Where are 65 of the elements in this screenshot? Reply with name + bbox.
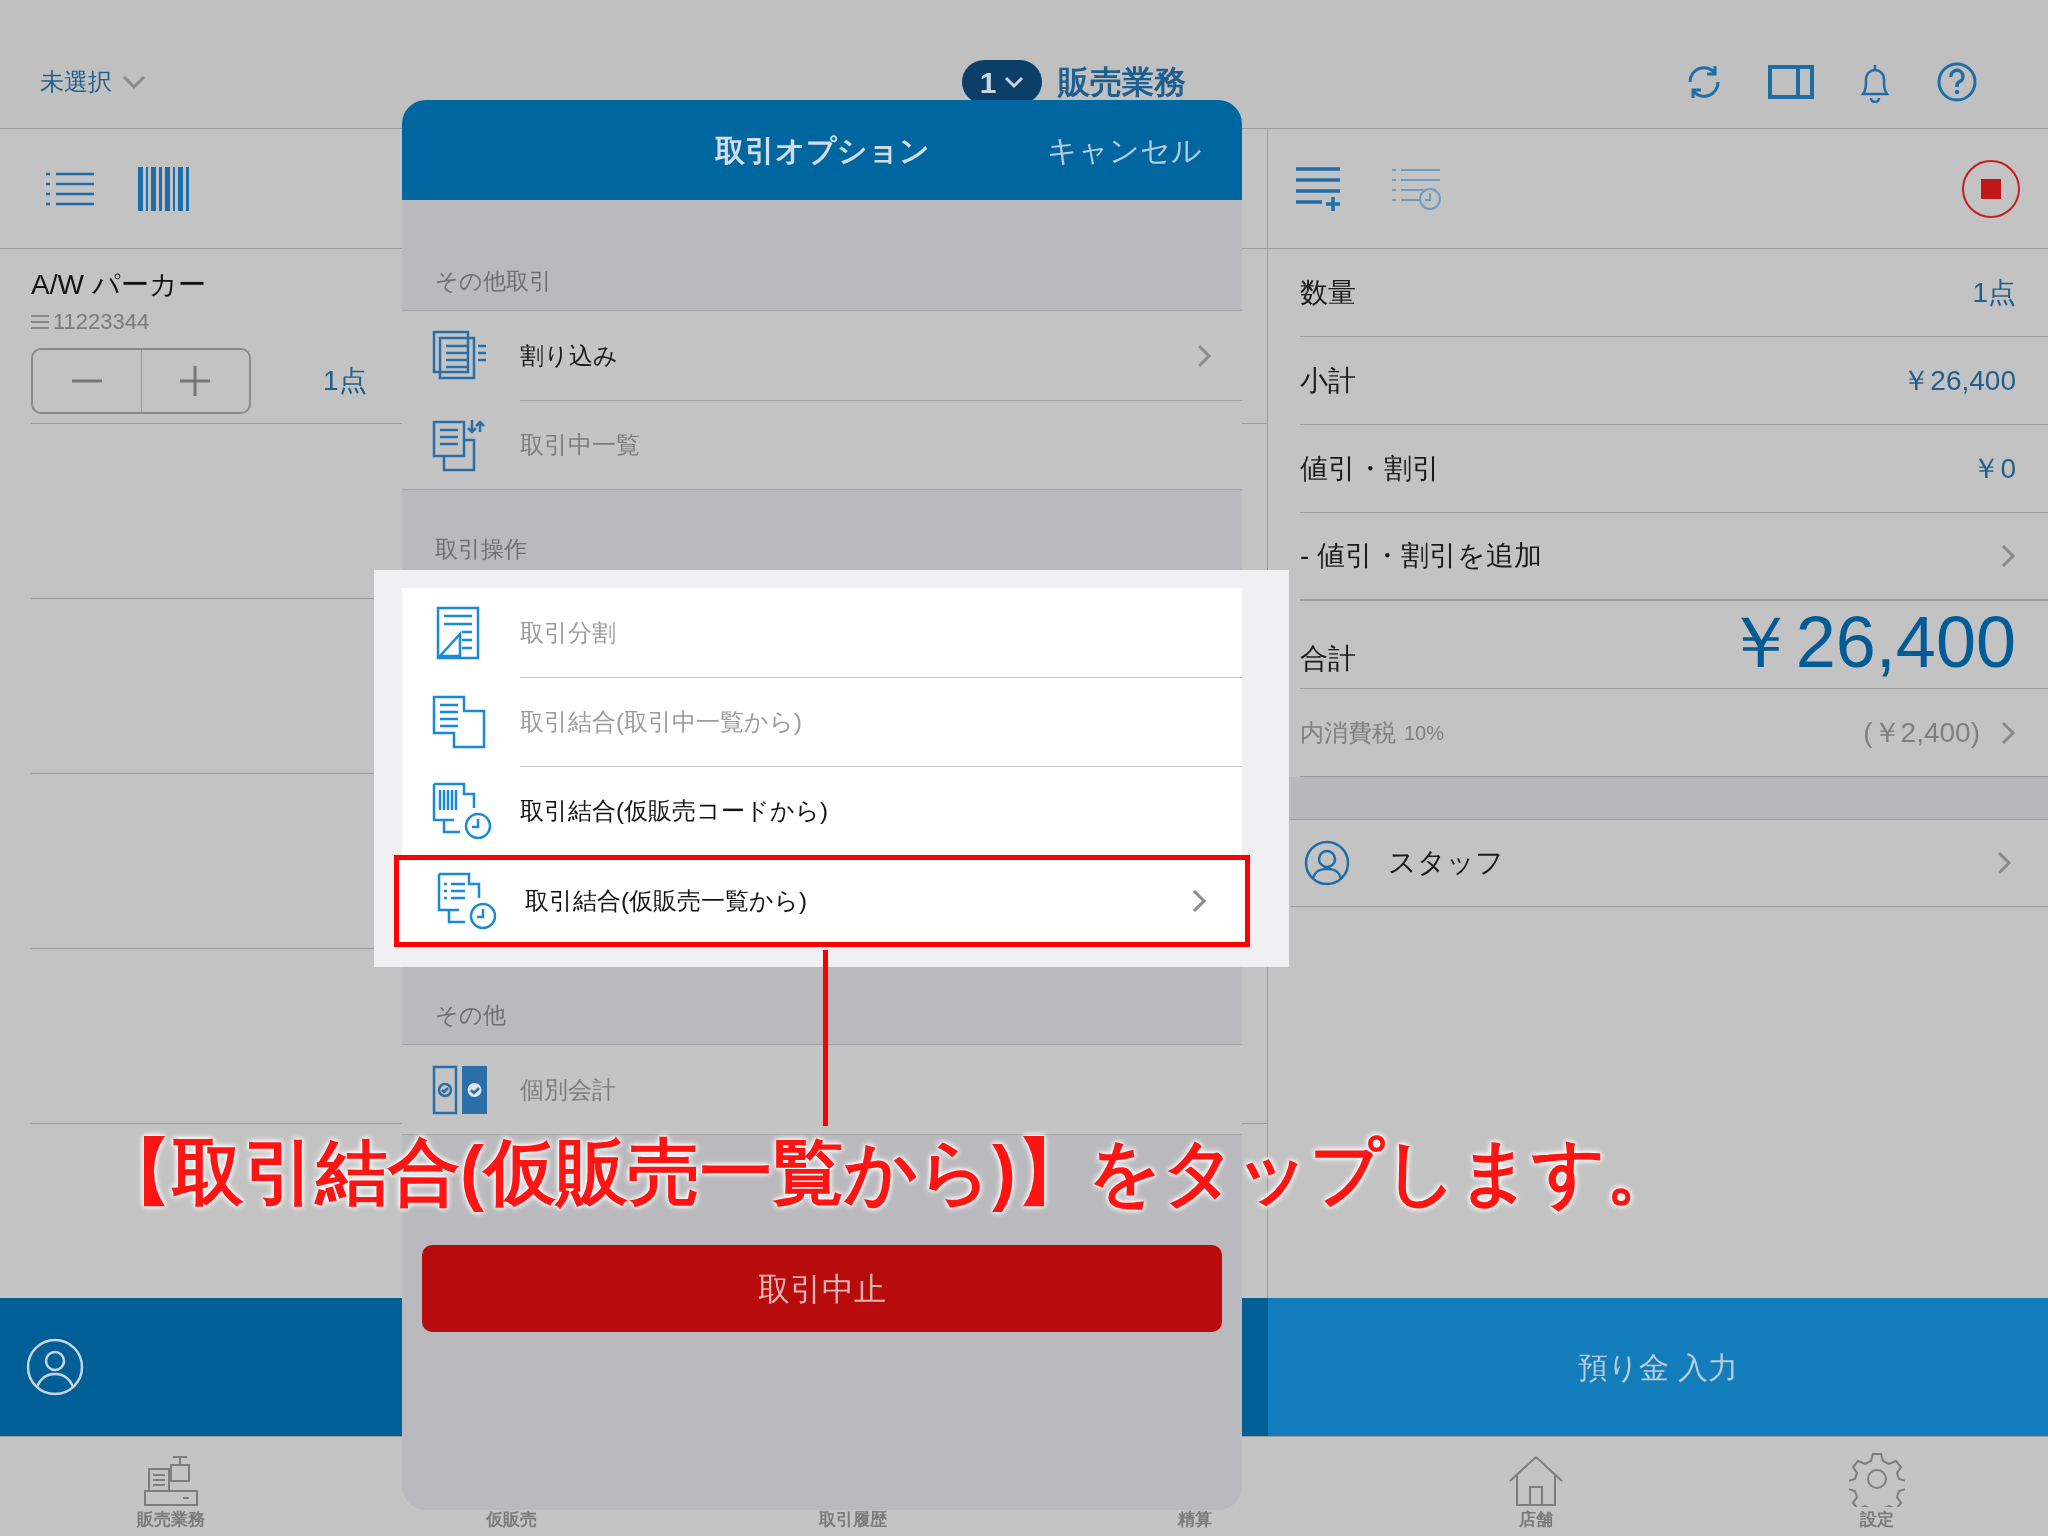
total-amount: ￥26,400: [1723, 604, 2016, 680]
house-icon: [1508, 1454, 1564, 1507]
chevron-right-icon: [1996, 850, 2012, 876]
tab-item[interactable]: 設定: [1860, 1506, 1895, 1532]
tax-rate: 10%: [1404, 720, 1445, 746]
option-row: 取引分割: [402, 588, 1242, 677]
chevron-down-icon: [122, 74, 146, 90]
summary-label: 小計: [1300, 363, 1356, 398]
chevron-right-icon: [2000, 719, 2016, 746]
tab-item[interactable]: 仮販売: [486, 1506, 538, 1532]
stop-icon: [1981, 178, 2001, 199]
barcode-icon[interactable]: [138, 166, 190, 211]
tab-item[interactable]: 精算: [1177, 1506, 1212, 1532]
summary-value: ￥0: [1972, 451, 2016, 486]
barcode-clock-icon: [432, 781, 492, 840]
summary-value: (￥2,400): [1863, 715, 1980, 750]
menu-icon: [31, 314, 49, 329]
store-selector[interactable]: 未選択: [40, 64, 112, 100]
cancel-button[interactable]: キャンセル: [1047, 127, 1202, 173]
abort-transaction-button[interactable]: 取引中止: [422, 1245, 1222, 1332]
settings-icon: [1849, 1450, 1906, 1507]
option-row: 取引結合(取引中一覧から): [402, 677, 1242, 766]
tab-item[interactable]: 販売業務: [136, 1506, 205, 1532]
section-heading: 取引操作: [435, 534, 527, 564]
help-icon[interactable]: [1936, 61, 1978, 103]
product-code: 11223344: [53, 308, 150, 336]
split-view-icon[interactable]: [1768, 65, 1814, 99]
deposit-button[interactable]: 預り金 入力: [1268, 1298, 2048, 1436]
staff-label: スタッフ: [1388, 846, 1504, 880]
summary-label: 合計: [1300, 642, 1356, 676]
section-heading: その他取引: [435, 266, 552, 296]
minus-icon: [71, 379, 102, 383]
tab-item[interactable]: 店舗: [1519, 1506, 1553, 1532]
option-row[interactable]: 取引結合(仮販売コードから): [402, 766, 1242, 855]
summary-label: 値引・割引: [1300, 451, 1440, 486]
two-checks-icon: [432, 1064, 488, 1115]
quantity-value: 1点: [323, 364, 367, 398]
person-icon[interactable]: [26, 1338, 84, 1396]
two-documents-icon: [432, 694, 488, 749]
summary-label: 数量: [1300, 275, 1356, 310]
chevron-right-icon: [1191, 888, 1207, 914]
list-icon[interactable]: [46, 170, 94, 207]
summary-value: ￥26,400: [1902, 363, 2016, 398]
option-row[interactable]: 取引結合(仮販売一覧から): [394, 855, 1250, 947]
dialog-title: 取引オプション: [714, 132, 930, 169]
annotation-text: 【取引結合(仮販売一覧から)】をタップします。: [100, 1131, 1678, 1214]
staff-row[interactable]: スタッフ: [1290, 820, 2048, 907]
chevron-right-icon: [1196, 342, 1212, 369]
stacked-documents-icon: [432, 329, 488, 382]
add-discount-row[interactable]: - 値引・割引を追加: [1300, 513, 2048, 601]
chevron-down-icon: [1004, 75, 1025, 89]
list-clock-document-icon: [437, 872, 497, 930]
section-heading: その他: [435, 1000, 506, 1030]
chevron-right-icon: [2000, 543, 2016, 569]
product-name: A/W パーカー: [31, 268, 206, 302]
summary-label: 内消費税: [1300, 717, 1396, 748]
screen-title: 販売業務: [1058, 63, 1187, 102]
stop-button[interactable]: [1962, 159, 2020, 218]
tab-item[interactable]: 取引履歴: [819, 1506, 888, 1532]
person-icon: [1304, 840, 1350, 886]
plus-icon: [180, 366, 211, 396]
list-clock-icon[interactable]: [1392, 166, 1442, 211]
summary-value: 1点: [1972, 275, 2016, 310]
list-add-icon[interactable]: [1296, 165, 1342, 212]
cash-register-icon: [142, 1454, 199, 1507]
